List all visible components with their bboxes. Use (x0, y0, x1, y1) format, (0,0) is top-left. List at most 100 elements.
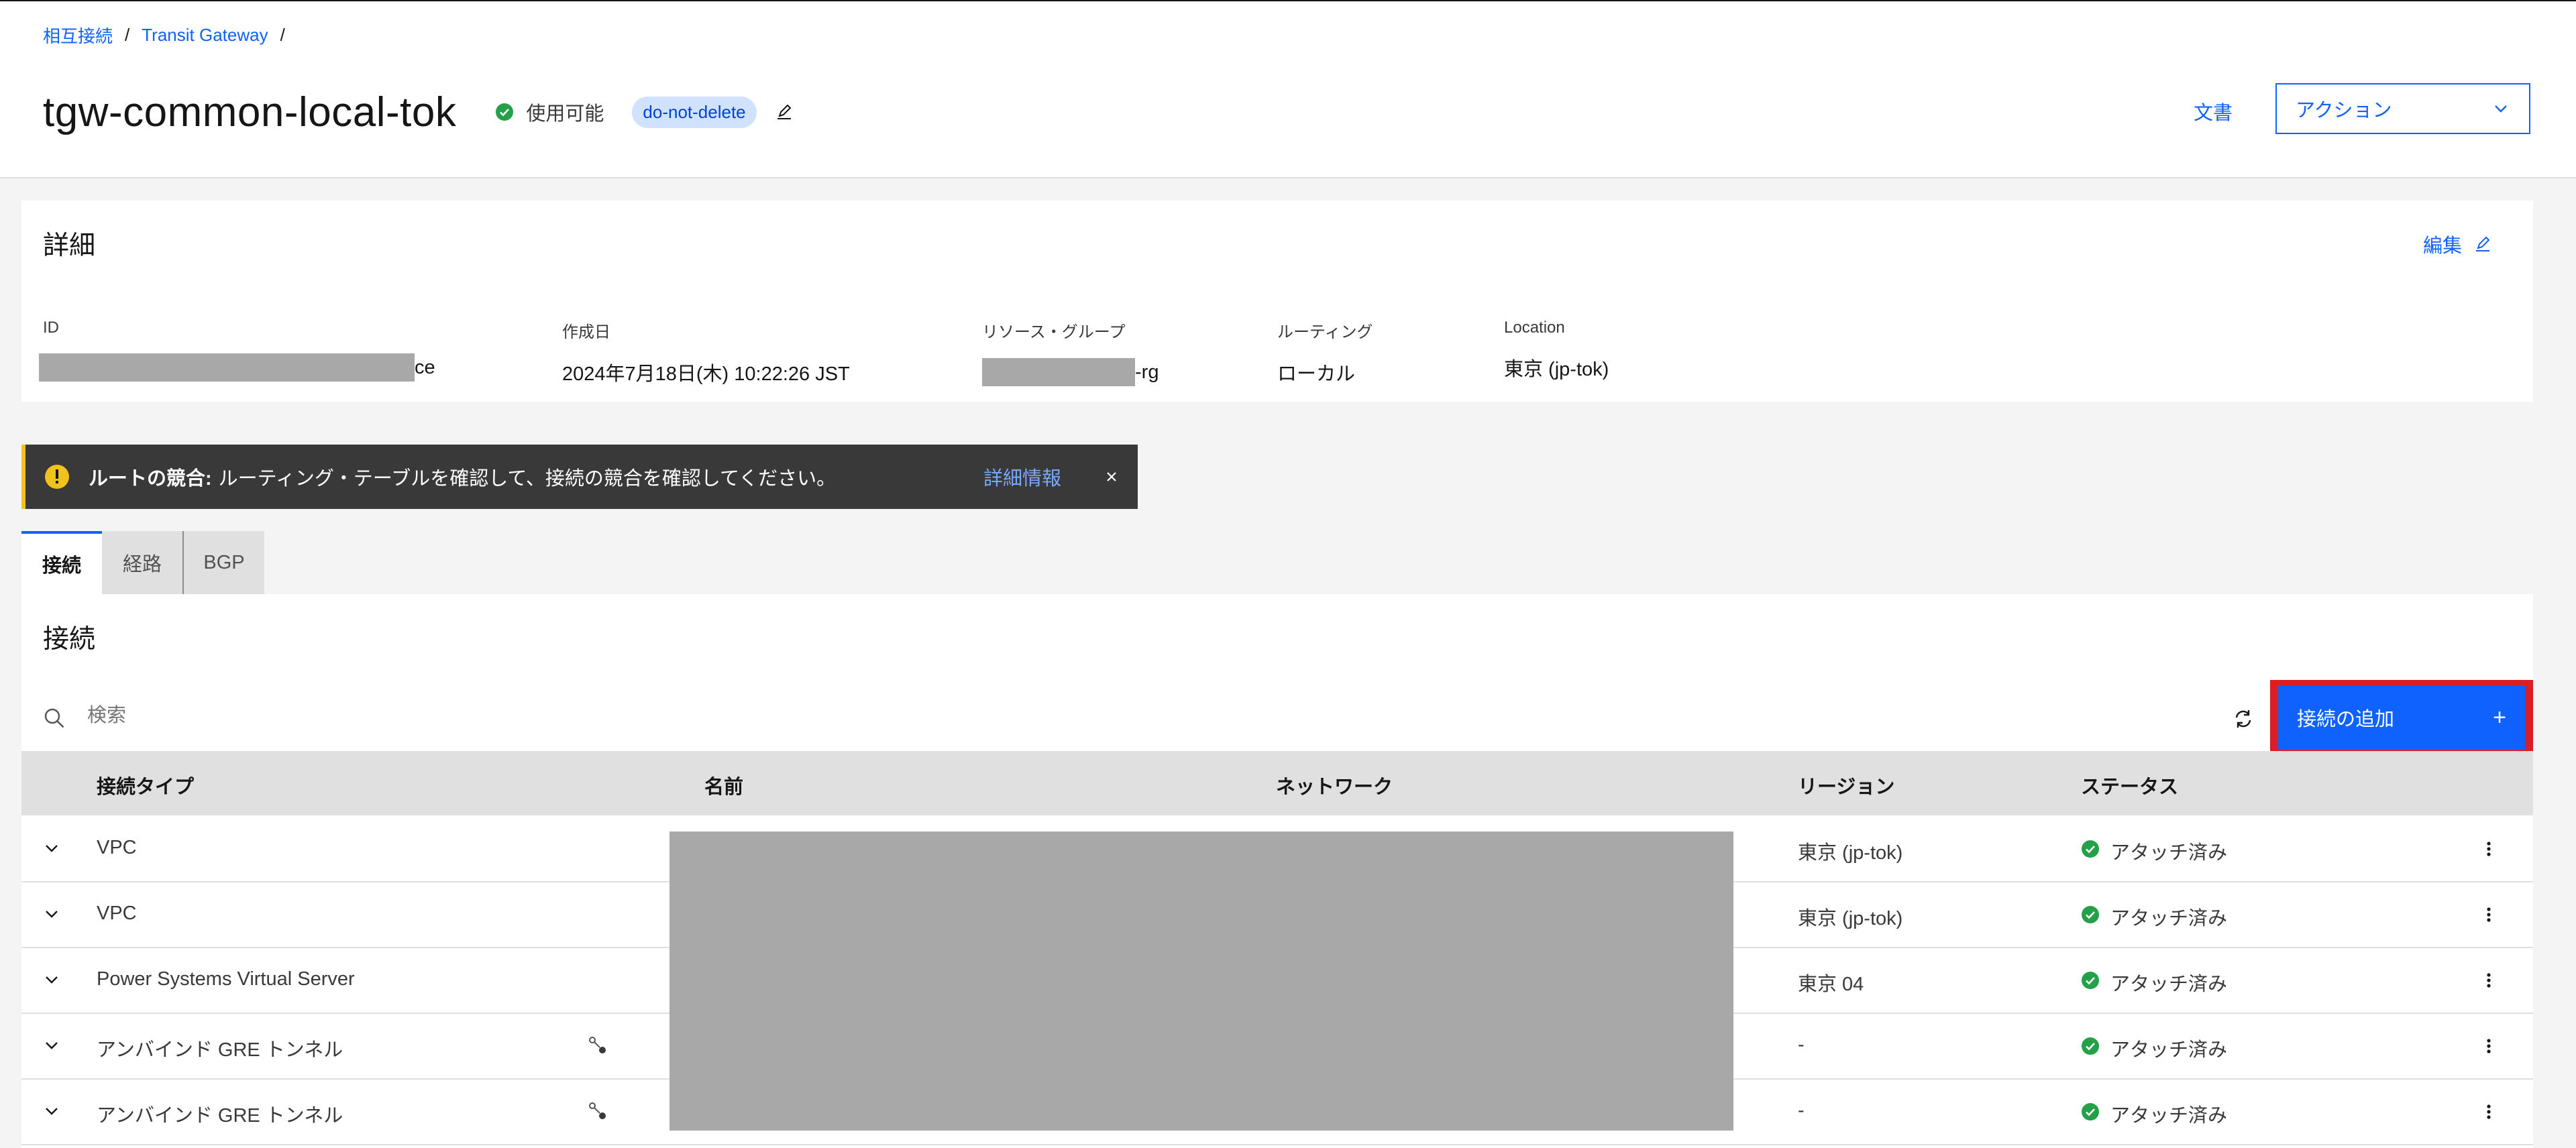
breadcrumb: 相互接続 / Transit Gateway / (43, 23, 285, 48)
field-id-value: ce (39, 353, 435, 382)
field-created-label: 作成日 (562, 323, 610, 341)
field-created-value: 2024年7月18日(木) 10:22:26 JST (562, 363, 850, 385)
notification-title: ルートの競合: (89, 468, 212, 490)
edit-label: 編集 (2422, 235, 2462, 257)
overflow-menu-icon[interactable] (2477, 968, 2501, 992)
row-region: 東京 (jp-tok) (1798, 908, 1903, 929)
details-card: 詳細 編集 ID ce 作成日 2024年7月18日(木) 10:22:26 J… (21, 200, 2533, 402)
tag-badge: do-not-delete (632, 96, 757, 128)
tunnel-link-icon (589, 1102, 606, 1119)
checkmark-filled-icon (2082, 972, 2099, 989)
row-region: - (1798, 1100, 1805, 1121)
add-connection-highlight: 接続の追加 + (2270, 680, 2533, 755)
chevron-down-icon[interactable] (42, 1035, 62, 1055)
tab-routes[interactable]: 経路 (102, 531, 184, 594)
field-resource-group-label: リソース・グループ (982, 323, 1126, 341)
details-heading: 詳細 (43, 231, 96, 260)
tab-connections[interactable]: 接続 (21, 531, 102, 594)
row-region: 東京 04 (1798, 974, 1864, 995)
page-title: tgw-common-local-tok (43, 89, 457, 135)
row-region: - (1798, 1034, 1805, 1055)
warning-filled-icon (45, 465, 69, 489)
row-region: 東京 (jp-tok) (1798, 842, 1903, 864)
connections-panel: 接続 接続の追加 + 接続タイプ 名前 ネットワーク リージョン ステータス V… (21, 594, 2533, 1148)
row-status: アタッチ済み (2110, 1039, 2228, 1061)
chevron-down-icon[interactable] (42, 904, 62, 924)
chevron-down-icon (2495, 105, 2507, 113)
field-resource-group: リソース・グループ -rg (982, 319, 1159, 386)
refresh-icon[interactable] (2231, 707, 2255, 731)
breadcrumb-interconnect[interactable]: 相互接続 (43, 23, 113, 48)
chevron-down-icon[interactable] (42, 970, 62, 990)
field-location-value: 東京 (jp-tok) (1504, 359, 1609, 380)
search-input[interactable] (86, 704, 491, 728)
actions-dropdown[interactable]: アクション (2275, 83, 2530, 134)
field-created: 作成日 2024年7月18日(木) 10:22:26 JST (562, 319, 850, 386)
field-location: Location 東京 (jp-tok) (1504, 319, 1609, 382)
breadcrumb-separator: / (125, 25, 130, 45)
checkmark-filled-icon (2082, 840, 2099, 858)
column-header-name[interactable]: 名前 (704, 771, 743, 799)
row-status: アタッチ済み (2110, 974, 2228, 995)
field-resource-group-suffix: -rg (1135, 361, 1159, 383)
row-type: VPC (97, 837, 137, 858)
field-routing-value: ローカル (1277, 363, 1356, 385)
field-routing-label: ルーティング (1277, 323, 1373, 341)
field-id: ID ce (39, 319, 435, 382)
docs-link[interactable]: 文書 (2194, 97, 2233, 125)
search-icon (44, 708, 64, 728)
add-connection-button[interactable]: 接続の追加 + (2278, 685, 2525, 750)
checkmark-filled-icon (2082, 1037, 2099, 1055)
column-header-network[interactable]: ネットワーク (1276, 771, 1393, 799)
column-header-region[interactable]: リージョン (1798, 771, 1894, 799)
overflow-menu-icon[interactable] (2477, 903, 2501, 927)
status-label: 使用可能 (526, 103, 604, 125)
field-id-suffix: ce (415, 356, 435, 378)
add-icon: + (2493, 704, 2506, 730)
route-conflict-notification: ルートの競合: ルーティング・テーブルを確認して、接続の競合を確認してください。… (21, 445, 1138, 509)
breadcrumb-separator: / (280, 25, 285, 45)
overflow-menu-icon[interactable] (2477, 1034, 2501, 1058)
title-row: tgw-common-local-tok 使用可能 do-not-delete (43, 82, 794, 142)
table-header: 接続タイプ 名前 ネットワーク リージョン ステータス (21, 751, 2533, 815)
row-type: アンバインド GRE トンネル (97, 1105, 343, 1127)
field-location-label: Location (1504, 319, 1565, 337)
tunnel-link-icon (589, 1037, 606, 1053)
overflow-menu-icon[interactable] (2477, 837, 2501, 861)
notification-more-info-link[interactable]: 詳細情報 (983, 463, 1061, 491)
field-resource-group-value: -rg (982, 358, 1159, 386)
status-indicator: 使用可能 (495, 98, 604, 126)
checkmark-filled-icon (2082, 1103, 2099, 1121)
row-type: Power Systems Virtual Server (97, 968, 355, 990)
row-type: アンバインド GRE トンネル (97, 1039, 343, 1061)
connections-heading: 接続 (43, 625, 96, 654)
chevron-down-icon[interactable] (42, 1101, 62, 1121)
close-icon[interactable] (1102, 467, 1122, 487)
redacted-name-network-block (669, 831, 1733, 1131)
redacted-block (39, 353, 415, 382)
edit-details-button[interactable]: 編集 (2423, 230, 2493, 258)
tab-bgp[interactable]: BGP (184, 531, 264, 594)
column-header-type[interactable]: 接続タイプ (97, 771, 194, 799)
column-header-status[interactable]: ステータス (2081, 771, 2178, 799)
edit-icon (2476, 236, 2490, 251)
field-routing: ルーティング ローカル (1277, 319, 1373, 386)
overflow-menu-icon[interactable] (2477, 1100, 2501, 1124)
row-status: アタッチ済み (2110, 842, 2228, 864)
checkmark-filled-icon (496, 103, 514, 121)
row-status: アタッチ済み (2110, 1105, 2228, 1127)
row-status: アタッチ済み (2110, 908, 2228, 929)
add-connection-label: 接続の追加 (2297, 709, 2395, 730)
actions-label: アクション (2296, 100, 2392, 121)
table-toolbar (21, 684, 2533, 751)
redacted-block (982, 358, 1135, 386)
tab-list: 接続 経路 BGP (21, 531, 264, 594)
breadcrumb-transit-gateway[interactable]: Transit Gateway (142, 25, 268, 46)
field-id-label: ID (43, 319, 59, 337)
row-type: VPC (97, 903, 137, 924)
chevron-down-icon[interactable] (42, 838, 62, 858)
checkmark-filled-icon (2082, 906, 2099, 923)
page-header: 相互接続 / Transit Gateway / tgw-common-loca… (0, 1, 2576, 178)
edit-tags-icon[interactable] (774, 102, 794, 122)
notification-message: ルーティング・テーブルを確認して、接続の競合を確認してください。 (218, 468, 837, 490)
